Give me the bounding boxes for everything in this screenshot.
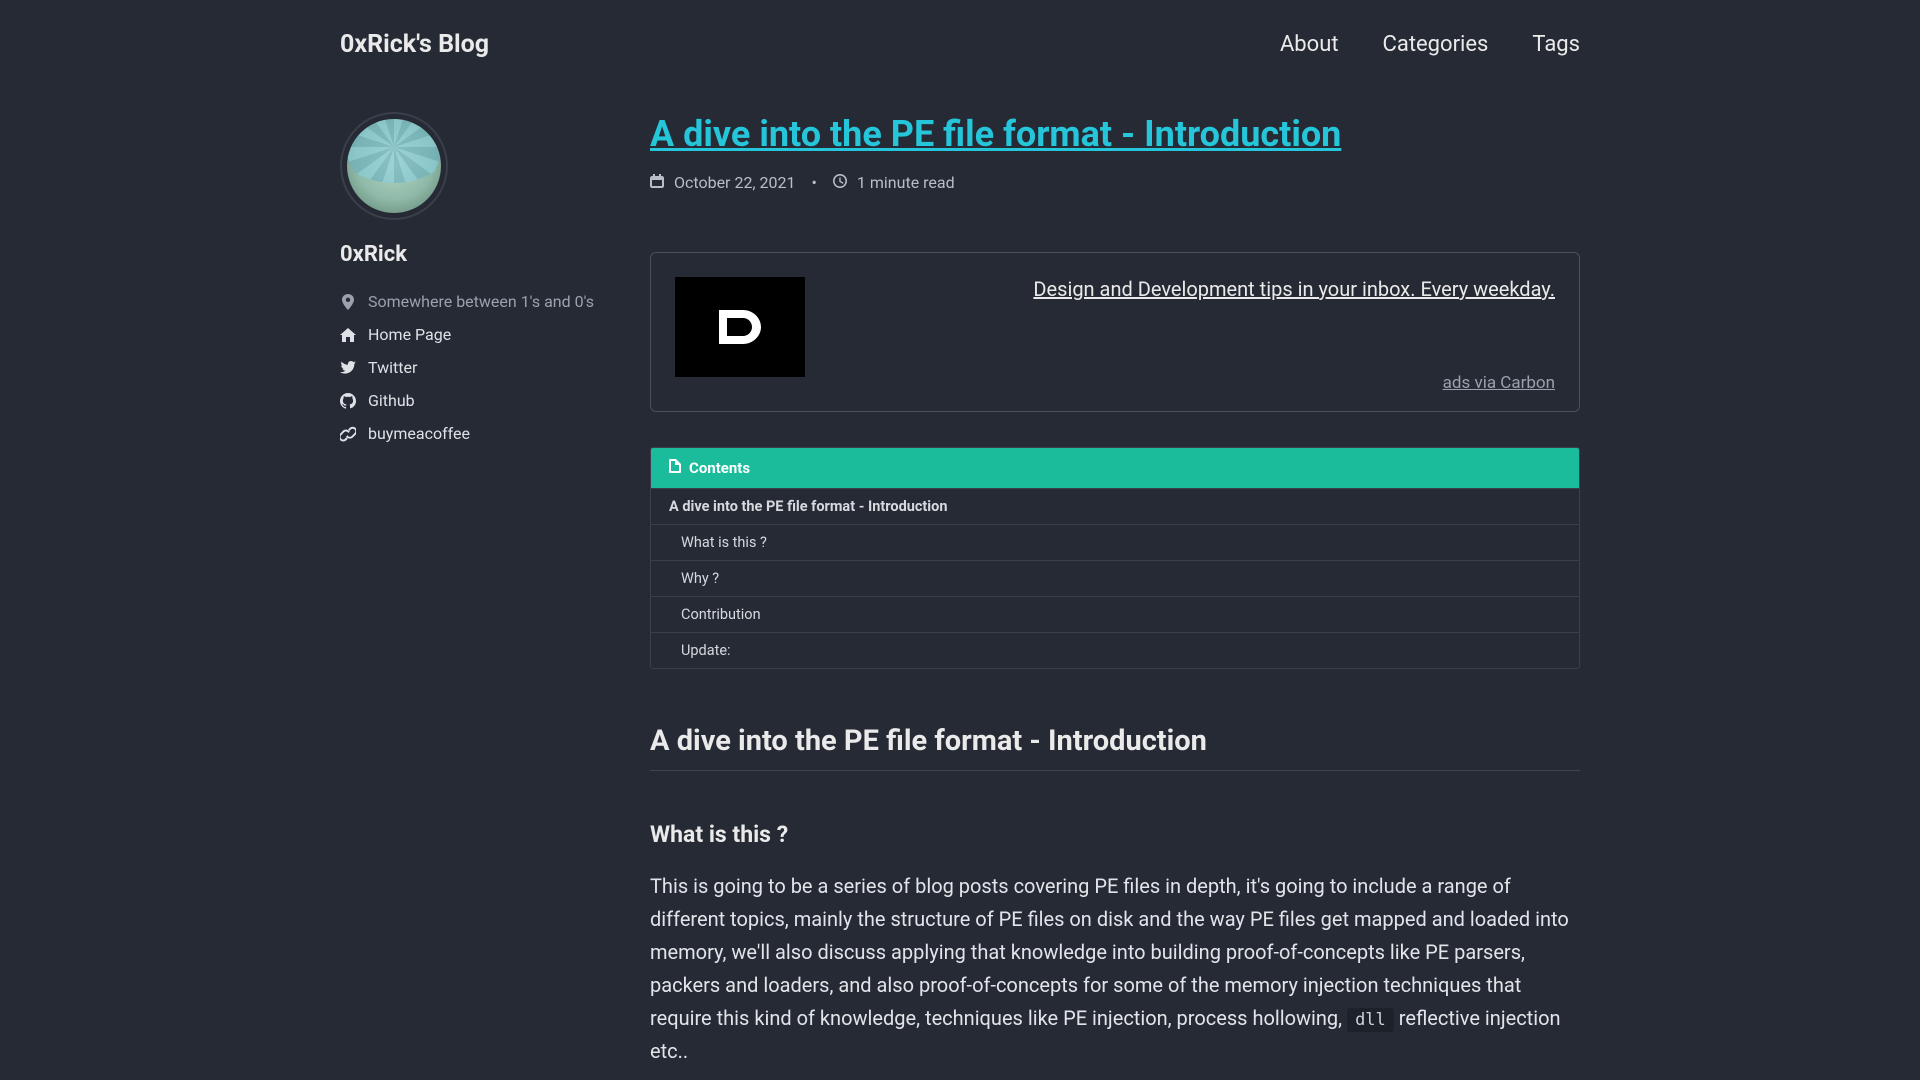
- sidebar-link-home[interactable]: Home Page: [340, 318, 610, 351]
- meta-separator: •: [812, 173, 817, 192]
- article-h1: A dive into the PE file format - Introdu…: [650, 724, 1580, 771]
- sidebar-link-github[interactable]: Github: [340, 384, 610, 417]
- sidebar-link-label: Home Page: [368, 325, 451, 344]
- toc-header-label: Contents: [689, 459, 750, 477]
- nav-about[interactable]: About: [1280, 32, 1339, 57]
- author-sidebar: 0xRick Somewhere between 1's and 0's Hom…: [340, 112, 610, 1068]
- article-paragraph: This is going to be a series of blog pos…: [650, 870, 1580, 1068]
- avatar[interactable]: [340, 112, 448, 220]
- sidebar-link-label: buymeacoffee: [368, 424, 470, 443]
- home-icon: [340, 328, 356, 342]
- toc-item[interactable]: Contribution: [651, 596, 1579, 632]
- toc-item[interactable]: What is this ?: [651, 524, 1579, 560]
- post-meta: October 22, 2021 • 1 minute read: [650, 173, 1580, 192]
- avatar-image: [347, 119, 441, 213]
- github-icon: [340, 393, 356, 409]
- post-date: October 22, 2021: [674, 173, 796, 192]
- author-location-text: Somewhere between 1's and 0's: [368, 292, 594, 311]
- sidebar-link-label: Github: [368, 391, 415, 410]
- sidebar-link-buymeacoffee[interactable]: buymeacoffee: [340, 417, 610, 450]
- clock-icon: [833, 173, 847, 192]
- table-of-contents: Contents A dive into the PE file format …: [650, 447, 1580, 669]
- sidebar-link-label: Twitter: [368, 358, 417, 377]
- twitter-icon: [340, 361, 356, 374]
- file-icon: [669, 459, 681, 477]
- article-h2: What is this ?: [650, 821, 1580, 848]
- author-name: 0xRick: [340, 242, 610, 267]
- nav-links: About Categories Tags: [1280, 32, 1580, 57]
- calendar-icon: [650, 173, 664, 192]
- site-brand[interactable]: 0xRick's Blog: [340, 30, 489, 59]
- link-icon: [340, 426, 356, 442]
- nav-tags[interactable]: Tags: [1532, 32, 1580, 57]
- map-pin-icon: [340, 294, 356, 310]
- post-title-link[interactable]: A dive into the PE file format - Introdu…: [650, 113, 1341, 155]
- toc-item[interactable]: Why ?: [651, 560, 1579, 596]
- post-read-time: 1 minute read: [857, 173, 955, 192]
- author-location: Somewhere between 1's and 0's: [340, 285, 610, 318]
- nav-categories[interactable]: Categories: [1383, 32, 1489, 57]
- ad-image: [675, 277, 805, 377]
- inline-code: dll: [1347, 1008, 1394, 1032]
- carbon-ad[interactable]: Design and Development tips in your inbo…: [650, 252, 1580, 412]
- toc-item[interactable]: Update:: [651, 632, 1579, 668]
- toc-item[interactable]: A dive into the PE file format - Introdu…: [651, 488, 1579, 524]
- ad-attribution-link[interactable]: ads via Carbon: [1443, 373, 1555, 393]
- sidebar-link-twitter[interactable]: Twitter: [340, 351, 610, 384]
- toc-header: Contents: [651, 448, 1579, 488]
- main-content: A dive into the PE file format - Introdu…: [650, 112, 1580, 1068]
- ad-text-link[interactable]: Design and Development tips in your inbo…: [833, 277, 1555, 301]
